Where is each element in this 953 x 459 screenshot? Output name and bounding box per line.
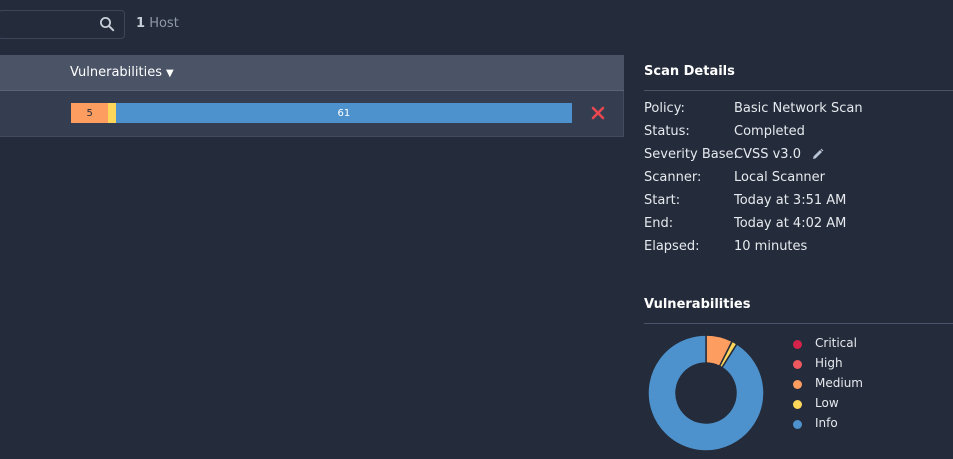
detail-label: Elapsed: [644, 239, 700, 254]
detail-label: Severity Base: [644, 147, 738, 162]
legend-dot [793, 400, 802, 409]
legend-dot [793, 340, 802, 349]
host-count-label: Host [149, 16, 179, 31]
vulnerabilities-divider [644, 323, 953, 324]
vulnerabilities-donut-chart[interactable] [644, 331, 768, 455]
detail-label: Start: [644, 193, 681, 208]
scan-results-view: 1 Host Vulnerabilities ▼ 5 61 Scan Detail… [0, 0, 953, 459]
severity-bar-info: 61 [115, 103, 572, 123]
legend-label: Low [815, 396, 839, 410]
detail-label: Scanner: [644, 170, 702, 185]
detail-value: Local Scanner [734, 170, 826, 185]
legend-label: Medium [815, 376, 863, 390]
legend-label: Critical [815, 336, 857, 350]
detail-elapsed: Elapsed: 10 minutes [644, 239, 944, 262]
scan-details-title: Scan Details [644, 64, 735, 79]
donut-slice-info[interactable] [647, 334, 765, 452]
detail-scanner: Scanner: Local Scanner [644, 170, 944, 193]
legend-label: High [815, 356, 843, 370]
vulnerabilities-title: Vulnerabilities [644, 297, 751, 312]
legend-dot [793, 420, 802, 429]
column-header-label: Vulnerabilities [70, 65, 162, 80]
detail-value: Completed [734, 124, 805, 139]
detail-policy: Policy: Basic Network Scan [644, 101, 944, 124]
scan-details-divider [644, 90, 953, 91]
hosts-table-header: Vulnerabilities ▼ [0, 55, 624, 91]
severity-bar: 5 61 [71, 103, 572, 123]
severity-bar-low [108, 103, 116, 123]
pencil-icon[interactable] [811, 148, 824, 161]
remove-host-icon[interactable] [591, 106, 605, 120]
host-count: 1 Host [136, 16, 179, 31]
host-count-number: 1 [136, 16, 146, 31]
scan-details-list: Policy: Basic Network Scan Status: Compl… [644, 101, 944, 262]
column-header-vulnerabilities[interactable]: Vulnerabilities ▼ [70, 65, 174, 80]
table-row[interactable]: 5 61 [0, 91, 624, 137]
detail-severity-base: Severity Base: CVSS v3.0 [644, 147, 944, 170]
severity-bar-medium-count: 5 [86, 107, 93, 119]
search-icon[interactable] [99, 16, 115, 32]
detail-value: Basic Network Scan [734, 101, 863, 116]
detail-value: Today at 3:51 AM [734, 193, 847, 208]
severity-bar-info-count: 61 [337, 107, 351, 119]
detail-status: Status: Completed [644, 124, 944, 147]
detail-value: 10 minutes [734, 239, 808, 254]
detail-value: CVSS v3.0 [734, 147, 801, 162]
detail-start: Start: Today at 3:51 AM [644, 193, 944, 216]
detail-end: End: Today at 4:02 AM [644, 216, 944, 239]
detail-label: Policy: [644, 101, 685, 116]
detail-value: Today at 4:02 AM [734, 216, 847, 231]
legend-dot [793, 360, 802, 369]
severity-bar-medium: 5 [71, 103, 109, 123]
legend-dot [793, 380, 802, 389]
detail-label: Status: [644, 124, 690, 139]
detail-label: End: [644, 216, 674, 231]
search-input[interactable] [0, 10, 125, 39]
legend-label: Info [815, 416, 838, 430]
sort-desc-icon: ▼ [165, 68, 174, 79]
